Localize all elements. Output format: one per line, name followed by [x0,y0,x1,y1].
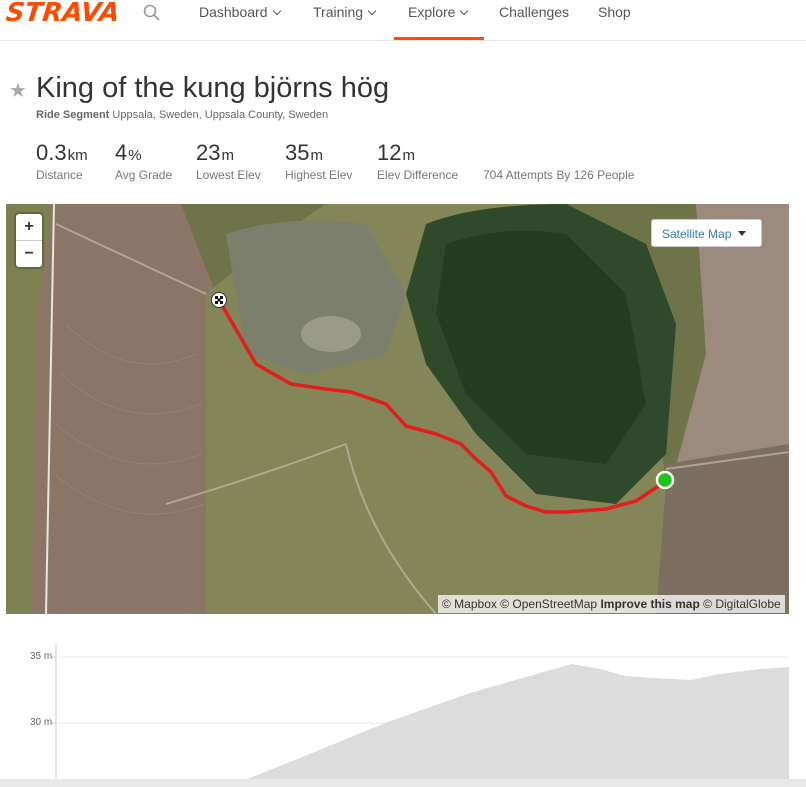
zoom-out-button[interactable]: − [16,240,42,267]
nav-item-label: Explore [408,4,456,20]
stat-avg-grade: 4% Avg Grade [115,140,172,182]
strava-logo[interactable]: STRAVA [4,0,120,28]
segment-location: Uppsala, Sweden, Uppsala County, Sweden [112,109,329,121]
stat-lowest-elev: 23m Lowest Elev [196,140,261,182]
star-icon[interactable]: ★ [9,78,27,103]
chevron-down-icon [272,6,281,16]
improve-map-link[interactable]: Improve this map [600,597,699,611]
segment-type: Ride Segment [36,109,110,121]
satellite-imagery [6,204,789,614]
nav-item-explore[interactable]: Explore [408,4,469,20]
stat-label: Avg Grade [115,168,173,182]
nav-item-training[interactable]: Training [313,4,377,20]
map-attribution: © Mapbox © OpenStreetMap Improve this ma… [438,595,785,613]
stat-unit: km [67,147,88,164]
nav-item-dashboard[interactable]: Dashboard [199,4,281,20]
nav-item-shop[interactable]: Shop [598,4,631,20]
stat-unit: % [128,147,142,164]
stat-label: Lowest Elev [196,168,261,182]
elevation-profile[interactable]: 35 m 30 m [0,640,806,780]
start-marker-icon[interactable] [655,470,675,490]
elevation-area [245,664,789,780]
nav-item-challenges[interactable]: Challenges [499,4,569,20]
zoom-in-button[interactable]: + [16,214,42,240]
stat-value: 23 [196,140,221,165]
stat-value: 12 [377,140,402,165]
map-layer-dropdown[interactable]: Satellite Map [651,219,762,247]
top-nav: STRAVA Dashboard Training Explore Challe… [0,0,806,41]
segment-title: King of the kung björns hög [36,72,390,104]
segment-map[interactable] [6,204,789,614]
stat-label: Elev Difference [377,168,459,182]
digitalglobe-link[interactable]: © DigitalGlobe [703,597,781,611]
active-tab-indicator [394,37,484,40]
y-axis-label: 35 m [30,651,53,662]
map-layer-label: Satellite Map [662,227,732,241]
stat-highest-elev: 35m Highest Elev [285,140,352,182]
segment-subtitle: Ride Segment Uppsala, Sweden, Uppsala Co… [36,109,328,121]
finish-flag-icon[interactable] [211,292,227,308]
search-icon[interactable] [143,4,161,22]
stat-label: Highest Elev [285,168,353,182]
stat-value: 4 [115,140,128,165]
attempts-count[interactable]: 704 Attempts By 126 People [483,168,634,182]
stat-elev-difference: 12m Elev Difference [377,140,458,182]
nav-item-label: Training [313,4,364,20]
stat-unit: m [221,147,234,164]
nav-item-label: Dashboard [199,4,268,20]
bottom-scrollbar[interactable] [0,779,806,787]
caret-down-icon [738,231,747,236]
stat-unit: m [310,147,323,164]
chevron-down-icon [460,6,469,16]
zoom-control: + − [16,214,42,267]
stat-unit: m [402,147,415,164]
elevation-chart [52,644,789,780]
chevron-down-icon [367,6,377,16]
osm-link[interactable]: © OpenStreetMap [500,597,597,611]
y-axis-label: 30 m [30,717,53,728]
stat-label: Distance [36,168,83,182]
mapbox-link[interactable]: © Mapbox [442,597,497,611]
stat-distance: 0.3km Distance [36,140,88,182]
stat-value: 0.3 [36,140,67,165]
stat-value: 35 [285,140,310,165]
